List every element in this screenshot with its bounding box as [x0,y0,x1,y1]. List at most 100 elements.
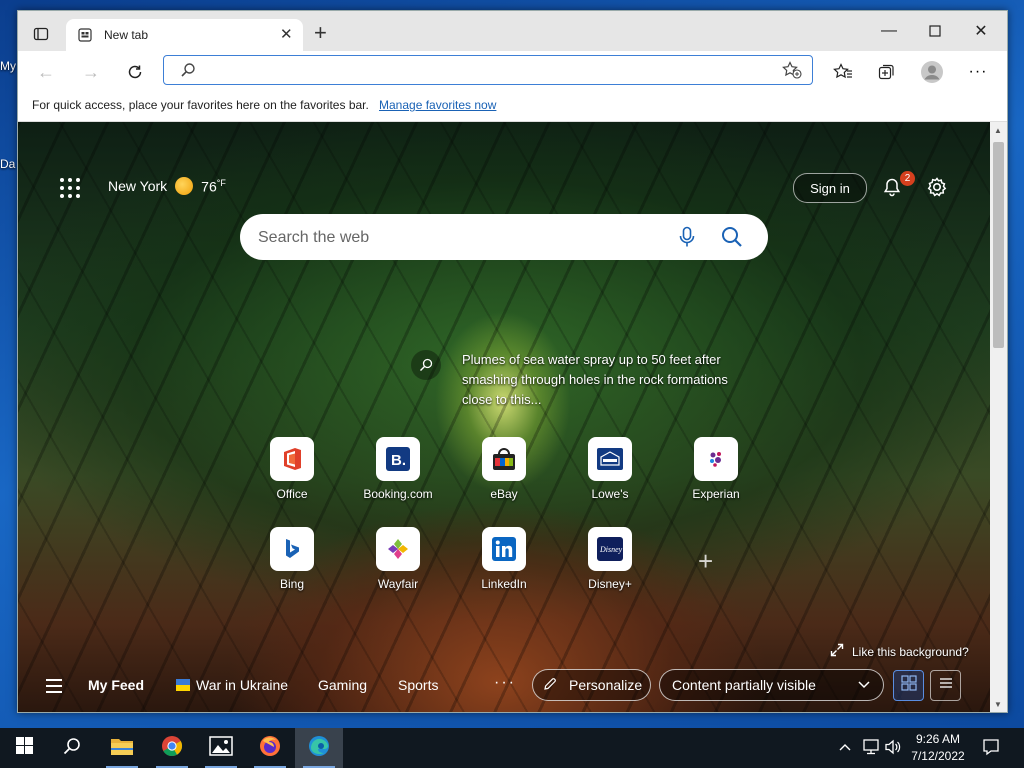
taskbar-edge[interactable] [295,728,343,768]
manage-favorites-link[interactable]: Manage favorites now [379,98,496,112]
notifications-button[interactable]: 2 [882,171,915,202]
quick-link-label: Office [276,487,308,501]
desktop-icon-label[interactable]: My [0,59,16,73]
tab-strip: New tab ✕ + — ✕ [18,11,1007,51]
add-quick-link-icon[interactable]: + [698,546,713,577]
page-scrollbar[interactable]: ▲ ▼ [990,122,1007,712]
bell-icon [882,178,902,201]
feed-tab-my-feed[interactable]: My Feed [88,677,144,693]
desktop-icon-label[interactable]: Da [0,157,15,171]
close-window-icon[interactable]: ✕ [958,11,1004,51]
personalize-button[interactable]: Personalize [532,669,651,701]
content-visibility-value: Content partially visible [672,677,816,693]
profile-avatar-icon[interactable] [919,59,945,85]
more-topics-button[interactable]: ··· [494,674,516,692]
search-icon[interactable] [720,225,744,254]
more-menu-icon[interactable]: ··· [965,59,991,85]
quick-link-office[interactable]: Office [247,437,337,501]
lowes-icon [588,437,632,481]
taskbar-firefox[interactable] [246,728,294,768]
image-description: Plumes of sea water spray up to 50 feet … [462,352,728,407]
quick-link-experian[interactable]: Experian [671,437,761,501]
close-tab-icon[interactable]: ✕ [280,27,293,43]
firefox-icon [259,735,281,762]
refresh-icon[interactable] [122,59,148,85]
quick-link-ebay[interactable]: eBay [459,437,549,501]
tab-new-tab[interactable]: New tab ✕ [66,19,303,51]
quick-link-booking[interactable]: B. Booking.com [353,437,443,501]
start-button[interactable] [0,728,48,768]
quick-link-label: eBay [490,487,518,501]
taskbar-chrome[interactable] [148,728,196,768]
taskbar-photos[interactable] [197,728,245,768]
office-icon [270,437,314,481]
quick-link-label: Lowe's [591,487,629,501]
web-search-box[interactable] [240,214,768,260]
bing-icon [270,527,314,571]
scrollbar-thumb[interactable] [993,142,1004,348]
back-icon[interactable]: ← [33,59,59,85]
quick-link-label: LinkedIn [481,577,527,591]
quick-link-wayfair[interactable]: Wayfair [353,527,443,591]
personalize-label: Personalize [569,677,643,693]
collections-icon[interactable] [874,59,900,85]
clock-date: 7/12/2022 [911,749,965,763]
file-explorer-icon [110,736,134,761]
system-clock[interactable]: 9:26 AM 7/12/2022 [900,731,976,765]
quick-link-lowes[interactable]: Lowe's [565,437,655,501]
new-tab-button[interactable]: + [314,22,327,44]
ukraine-flag-icon [176,679,190,691]
expand-icon [830,643,844,660]
feed-tab-gaming[interactable]: Gaming [318,677,367,693]
grid-layout-icon [900,675,917,696]
gear-icon[interactable] [926,176,948,203]
favorites-bar: For quick access, place your favorites h… [18,91,1007,122]
favorites-icon[interactable] [830,59,856,85]
feed-tab-war-in-ukraine[interactable]: War in Ukraine [176,677,288,693]
tab-title: New tab [104,28,149,42]
web-search-input[interactable] [256,224,660,252]
quick-link-linkedin[interactable]: LinkedIn [459,527,549,591]
scroll-up-icon[interactable]: ▲ [994,126,1002,135]
scroll-down-icon[interactable]: ▼ [994,700,1002,709]
image-search-icon [411,350,441,380]
content-visibility-dropdown[interactable]: Content partially visible [659,669,884,701]
address-bar[interactable] [163,55,813,85]
new-tab-page: New York 76°F Sign in 2 Search the web P… [18,122,990,712]
favorites-bar-message: For quick access, place your favorites h… [32,98,369,112]
forward-icon[interactable]: → [78,59,104,85]
weather-unit: °F [216,177,226,188]
grid-layout-button[interactable] [893,670,924,701]
linkedin-icon [482,527,526,571]
app-launcher-icon[interactable] [60,178,80,198]
quick-link-label: Disney+ [588,577,632,591]
microphone-icon[interactable] [678,226,696,253]
feed-tab-sports[interactable]: Sports [398,677,438,693]
tab-actions-icon[interactable] [30,23,52,45]
quick-link-label: Bing [279,577,305,591]
quick-link-disney-plus[interactable]: Disney+ Disney+ [565,527,655,591]
quick-link-bing[interactable]: Bing [247,527,337,591]
like-background-button[interactable]: Like this background? [830,643,969,660]
list-layout-button[interactable] [930,670,961,701]
taskbar-file-explorer[interactable] [98,728,146,768]
like-background-label: Like this background? [852,644,969,659]
quick-link-label: Wayfair [377,577,419,591]
taskbar-search-button[interactable] [48,728,96,768]
list-layout-icon [938,675,954,696]
minimize-icon[interactable]: — [866,11,912,51]
address-input[interactable] [206,59,770,83]
clock-time: 9:26 AM [915,732,961,746]
browser-window: New tab ✕ + — ✕ ← → ··· For quick access… [17,10,1008,713]
chevron-up-icon[interactable] [838,740,852,759]
quick-link-label: Experian [692,487,740,501]
sign-in-button[interactable]: Sign in [793,173,867,203]
ebay-icon [482,437,526,481]
network-icon[interactable] [862,739,880,760]
maximize-icon[interactable] [912,11,958,51]
hamburger-menu-icon[interactable] [46,679,62,697]
wayfair-icon [376,527,420,571]
weather-widget[interactable]: New York 76°F [108,177,226,195]
add-favorite-icon[interactable] [782,61,802,84]
notification-center-icon[interactable] [982,738,1000,761]
